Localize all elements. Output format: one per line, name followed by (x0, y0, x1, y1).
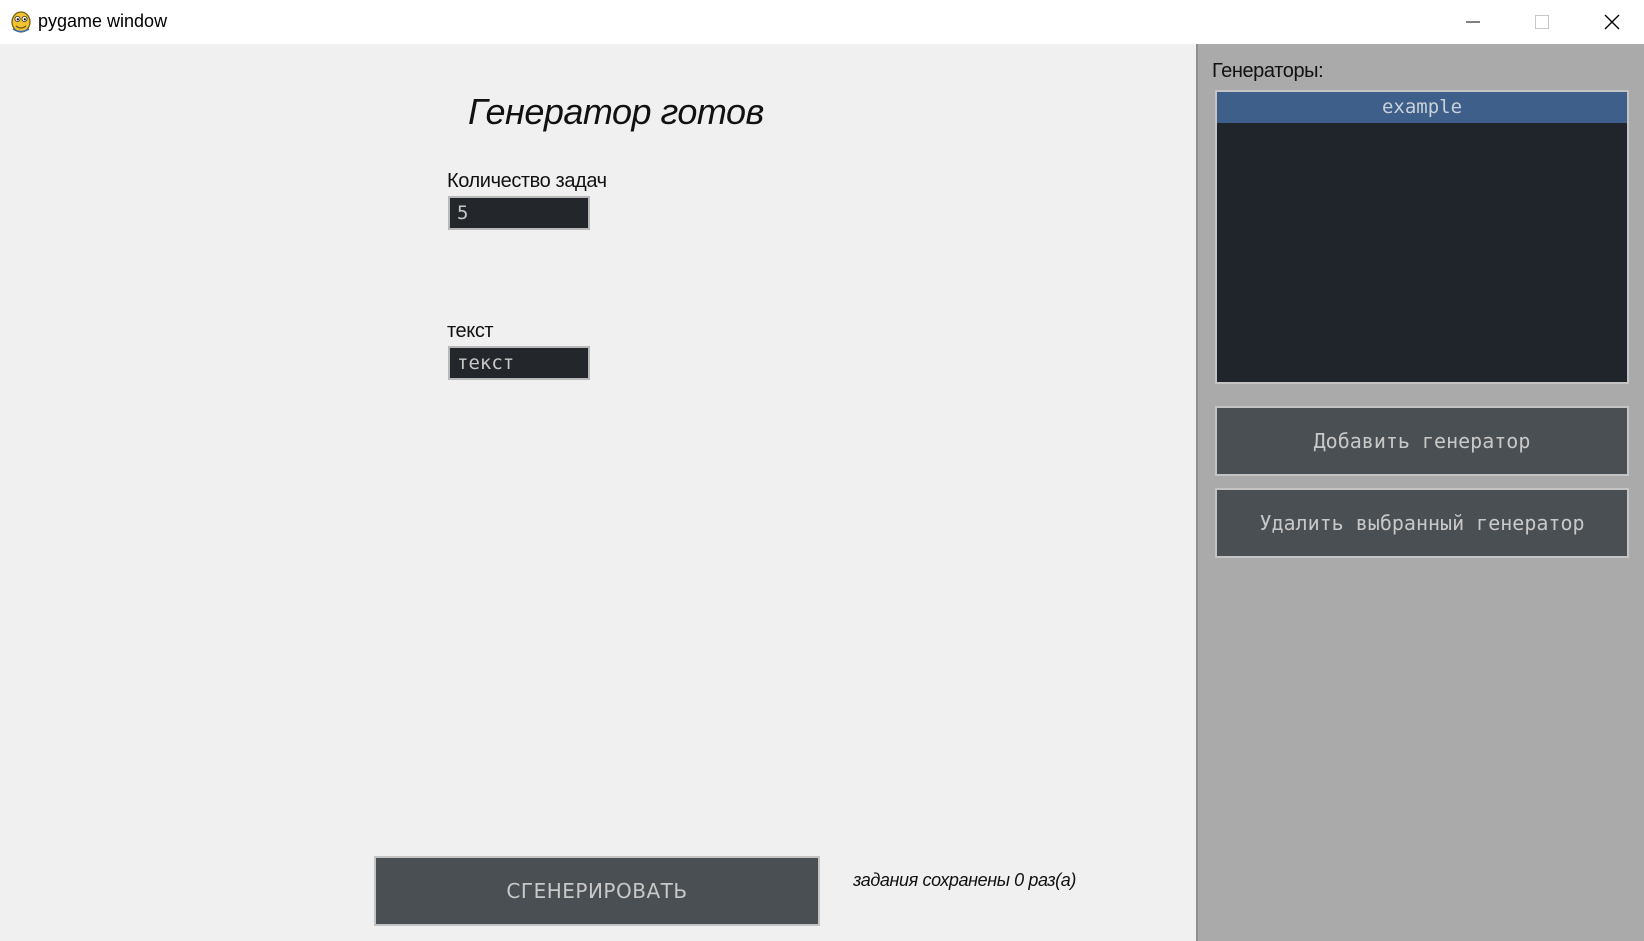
maximize-icon (1535, 15, 1549, 29)
close-icon (1604, 14, 1620, 30)
task-count-label: Количество задач (447, 170, 607, 192)
title-bar: pygame window (0, 0, 1644, 44)
page-title: Генератор готов (468, 91, 764, 132)
maximize-button[interactable] (1507, 0, 1577, 44)
pygame-snake-icon (10, 9, 32, 33)
minimize-button[interactable] (1438, 0, 1508, 44)
window-title: pygame window (38, 11, 168, 31)
generators-sidebar: Генераторы: example Добавить генератор У… (1196, 44, 1644, 941)
text-input[interactable] (448, 346, 590, 380)
task-count-input[interactable] (448, 196, 590, 230)
generate-button[interactable]: СГЕНЕРИРОВАТЬ (374, 856, 820, 926)
close-button[interactable] (1577, 0, 1644, 44)
main-panel: Генератор готов Количество задач текст С… (0, 44, 1197, 941)
generators-heading: Генераторы: (1212, 60, 1324, 82)
add-generator-button[interactable]: Добавить генератор (1215, 406, 1629, 476)
generators-list[interactable]: example (1215, 90, 1629, 384)
saved-status-text: задания сохранены 0 раз(а) (853, 870, 1076, 890)
generator-list-item[interactable]: example (1217, 92, 1627, 123)
delete-generator-button[interactable]: Удалить выбранный генератор (1215, 488, 1629, 558)
app-window: pygame window Генератор готов Количество… (0, 0, 1644, 941)
minimize-icon (1466, 21, 1480, 23)
text-label: текст (447, 320, 494, 342)
